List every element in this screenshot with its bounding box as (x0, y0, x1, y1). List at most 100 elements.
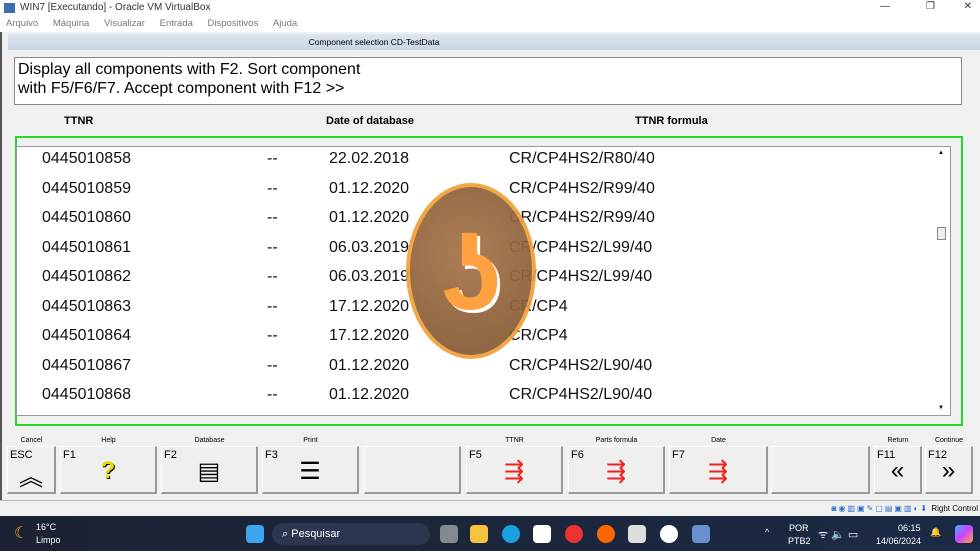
edge-icon[interactable] (502, 525, 520, 543)
menu-dispositivos[interactable]: Dispositivos (208, 18, 259, 29)
f1-button[interactable]: F1? (60, 446, 157, 494)
ttnr-cell: 0445010859 (42, 179, 131, 197)
f5-button[interactable]: F5 ⇶ (466, 446, 563, 494)
taskbar: ☾ 16°C Limpo ⌕ Pesquisar ^ POR PTB2 ᯤ 🔈 … (0, 516, 980, 551)
win7-vm-icon[interactable] (692, 525, 710, 543)
date-cell: 17.12.2020 (329, 327, 410, 344)
search-placeholder: Pesquisar (291, 528, 341, 540)
restore-button[interactable]: ❐ (926, 1, 935, 12)
virtualbox-taskbar-icon[interactable] (628, 525, 646, 543)
vbox-status-bar: ◙◉▥▣✎▢▤▣▥◐⬇ Right Control (0, 500, 980, 516)
copilot-icon[interactable] (955, 525, 973, 543)
empty-button[interactable] (771, 446, 870, 494)
formula-cell: CR/CP4HS2/L90/40 (509, 356, 653, 374)
button-caption: Help (101, 437, 116, 444)
ttnr-cell: 0445010868 (42, 386, 131, 403)
firefox-icon[interactable] (597, 525, 615, 543)
date-cell: 22.02.2018 (329, 150, 410, 167)
f3-button[interactable]: F3 ☰ (262, 446, 359, 494)
weather-desc[interactable]: Limpo (36, 535, 61, 545)
f11-button[interactable]: F11 « (874, 446, 922, 494)
date-cell: 06.03.2019 (329, 268, 410, 285)
separator-cell: -- (267, 327, 278, 344)
button-caption: Database (194, 437, 225, 444)
tray-chevron-icon[interactable]: ^ (765, 527, 769, 537)
lang-1[interactable]: POR (789, 523, 809, 533)
network-volume-battery-icons[interactable]: ᯤ 🔈 ▭ (818, 527, 858, 542)
notification-icon[interactable]: 🔔 (930, 527, 941, 538)
column-header-formula[interactable]: TTNR formula (635, 115, 708, 127)
separator-cell: -- (267, 356, 278, 374)
scroll-thumb[interactable] (937, 227, 946, 240)
formula-cell: CR/CP4HS2/L90/40 (509, 386, 653, 403)
ttnr-cell: 0445010860 (42, 209, 131, 226)
print-list-icon: ☰ (299, 458, 321, 485)
file-explorer-icon[interactable] (470, 525, 488, 543)
menu-bar: Arquivo Máquina Visualizar Entrada Dispo… (0, 16, 980, 32)
moon-weather-icon[interactable]: ☾ (14, 523, 28, 543)
date-cell: 01.12.2020 (329, 386, 410, 403)
f2-button[interactable]: F2 ▤ (161, 446, 258, 494)
clock-date[interactable]: 14/06/2024 (876, 536, 921, 546)
separator-cell: -- (267, 179, 278, 197)
menu-ajuda[interactable]: Ajuda (273, 18, 297, 29)
button-caption: Return (887, 437, 909, 444)
watermark-logo: ʖ (406, 183, 536, 359)
clock-time[interactable]: 06:15 (898, 523, 921, 533)
chevron-up-icon: ︽ (19, 464, 43, 491)
sort-icon: ⇶ (605, 458, 627, 485)
windows-start-icon[interactable] (246, 525, 264, 543)
minimize-button[interactable]: — (880, 1, 890, 12)
instruction-line: Display all components with F2. Sort com… (18, 61, 361, 78)
menu-maquina[interactable]: Máquina (53, 18, 89, 29)
ttnr-cell: 0445010862 (42, 268, 131, 285)
chrome-icon[interactable] (565, 525, 583, 543)
scrollbar[interactable]: ▲ ▼ (934, 148, 950, 414)
help-icon: ? (100, 457, 116, 484)
device-icons[interactable]: ◙◉▥▣✎▢▤▣▥◐⬇ (832, 504, 929, 513)
store-icon[interactable] (533, 525, 551, 543)
scroll-down-icon[interactable]: ▼ (938, 405, 944, 411)
teamviewer-icon[interactable] (660, 525, 678, 543)
lang-2[interactable]: PTB2 (788, 536, 811, 546)
search-icon: ⌕ (282, 528, 289, 540)
esc-button[interactable]: ESC ︽ (7, 446, 56, 494)
button-caption: Date (711, 437, 726, 444)
f6-button[interactable]: F6 ⇶ (568, 446, 665, 494)
ttnr-cell: 0445010867 (42, 356, 131, 374)
table-row[interactable]: 0445010868 -- 01.12.2020 CR/CP4HS2/L90/40 (17, 384, 917, 413)
title-bar: WIN7 [Executando] - Oracle VM VirtualBox… (0, 0, 980, 16)
task-view-icon[interactable] (440, 525, 458, 543)
f12-button[interactable]: F12» (925, 446, 973, 494)
sort-icon: ⇶ (707, 458, 729, 485)
weather-temp[interactable]: 16°C (36, 522, 56, 532)
menu-arquivo[interactable]: Arquivo (6, 18, 38, 29)
ttnr-cell: 0445010863 (42, 297, 131, 315)
close-button[interactable]: ✕ (964, 1, 972, 12)
date-cell: 17.12.2020 (329, 297, 410, 315)
window-title: WIN7 [Executando] - Oracle VM VirtualBox (20, 2, 211, 13)
empty-button[interactable] (364, 446, 461, 494)
formula-cell: CR/CP4HS2/R99/40 (509, 179, 655, 197)
date-cell: 01.12.2020 (329, 356, 410, 374)
separator-cell: -- (267, 268, 278, 285)
instructions-box: Display all components with F2. Sort com… (14, 57, 962, 105)
formula-cell: CR/CP4HS2/R99/40 (509, 209, 655, 226)
date-cell: 06.03.2019 (329, 238, 410, 256)
sort-icon: ⇶ (503, 458, 525, 485)
column-header-date[interactable]: Date of database (326, 115, 414, 127)
button-caption: TTNR (505, 437, 524, 444)
button-caption: Cancel (20, 437, 43, 444)
host-key-label: Right Control (931, 504, 978, 513)
menu-entrada[interactable]: Entrada (160, 18, 193, 29)
ttnr-cell: 0445010858 (42, 150, 131, 167)
scroll-up-icon[interactable]: ▲ (938, 150, 944, 156)
column-header-ttnr[interactable]: TTNR (64, 115, 93, 127)
search-box[interactable]: ⌕ Pesquisar (272, 523, 430, 545)
date-cell: 01.12.2020 (329, 179, 410, 197)
table-row[interactable]: 0445010858 -- 22.02.2018 CR/CP4HS2/R80/40 (17, 148, 917, 177)
separator-cell: -- (267, 150, 278, 167)
menu-visualizar[interactable]: Visualizar (104, 18, 145, 29)
instruction-line: with F5/F6/F7. Accept component with F12… (18, 80, 345, 97)
f7-button[interactable]: F7 ⇶ (669, 446, 768, 494)
